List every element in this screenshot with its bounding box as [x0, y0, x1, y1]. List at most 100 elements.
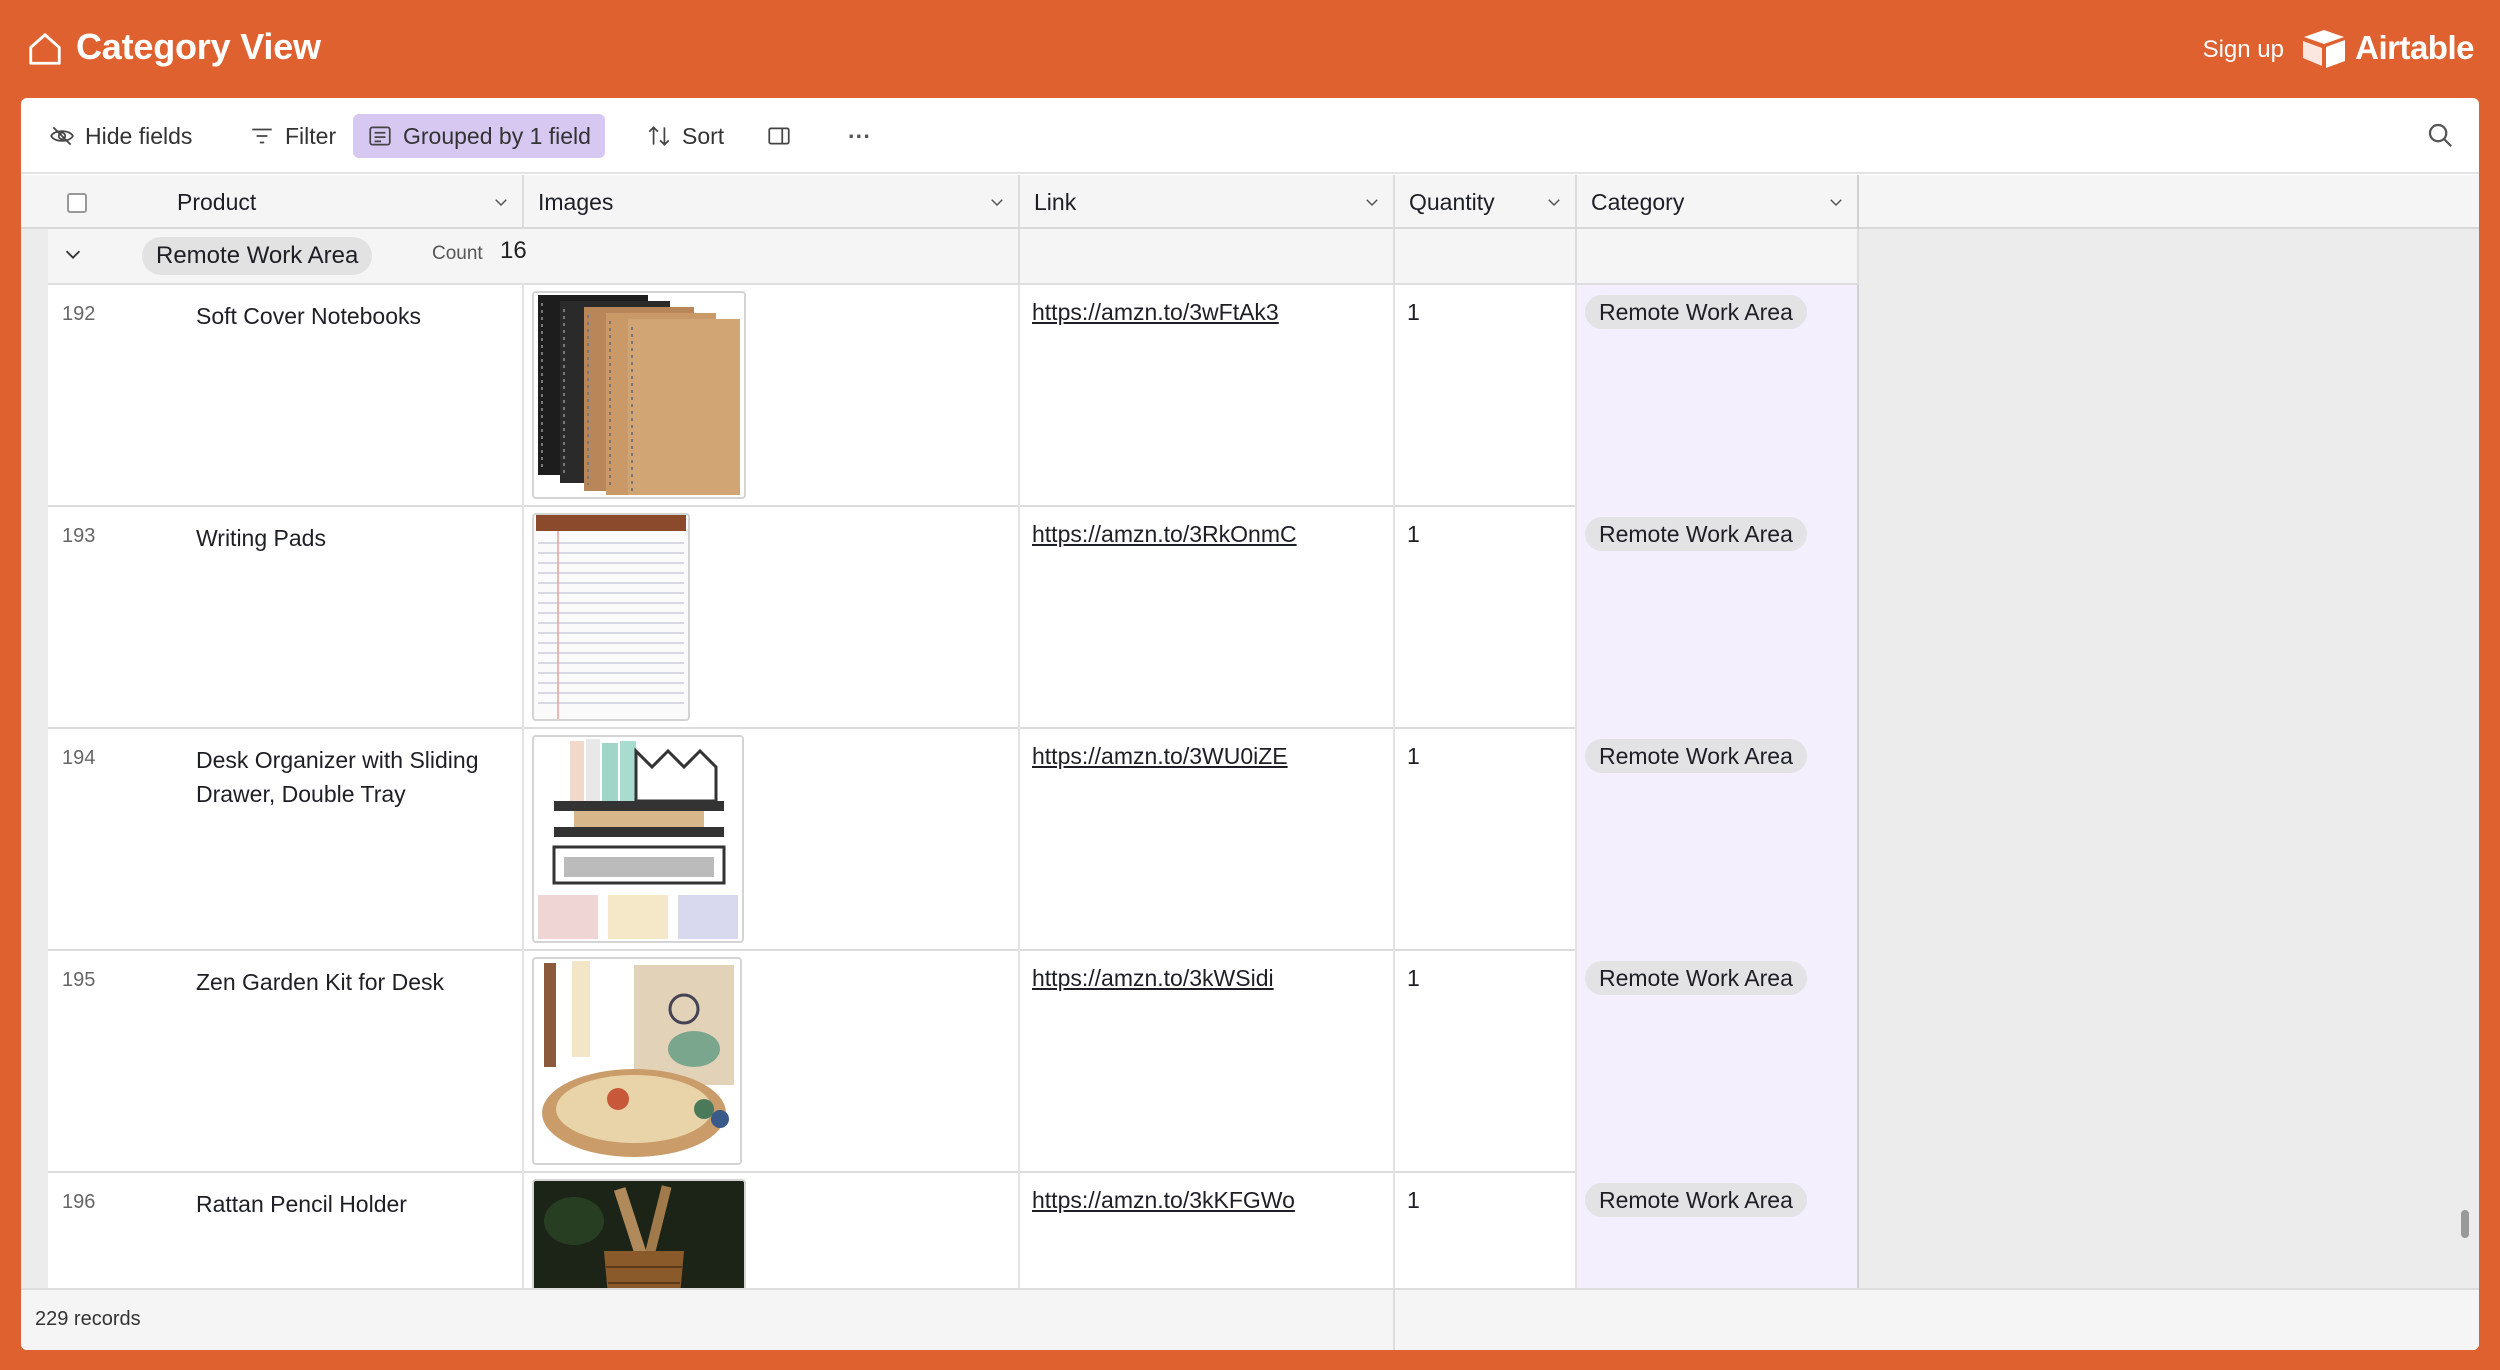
view-toolbar: Hide fields Filter Grouped by 1 field So…: [21, 98, 2479, 174]
category-badge: Remote Work Area: [1585, 295, 1807, 329]
page-title: Category View: [76, 26, 321, 67]
chevron-down-icon[interactable]: [1827, 193, 1845, 211]
product-link[interactable]: https://amzn.to/3RkOnmC: [1032, 521, 1297, 548]
filter-label: Filter: [285, 122, 337, 149]
select-all-checkbox[interactable]: [67, 193, 87, 213]
link-cell[interactable]: https://amzn.to/3kKFGWo: [1020, 1173, 1395, 1288]
group-count-label: Count: [432, 243, 483, 264]
link-cell[interactable]: https://amzn.to/3WU0iZE: [1020, 729, 1395, 951]
group-name-badge: Remote Work Area: [142, 237, 373, 275]
sign-up-link[interactable]: Sign up: [2203, 36, 2284, 64]
column-header-product[interactable]: Product: [21, 175, 524, 229]
hide-fields-label: Hide fields: [85, 122, 193, 149]
filter-icon: [252, 128, 272, 144]
images-cell[interactable]: [524, 729, 1020, 951]
product-cell[interactable]: 195 Zen Garden Kit for Desk: [48, 951, 524, 1173]
product-link[interactable]: https://amzn.to/3kKFGWo: [1032, 1187, 1295, 1214]
quantity-cell[interactable]: 1: [1395, 951, 1577, 1173]
quantity-value: 1: [1407, 743, 1420, 769]
column-header-images[interactable]: Images: [524, 175, 1020, 229]
column-header-row: Product Images Link Quantity Category: [21, 175, 2479, 229]
sort-label: Sort: [682, 122, 725, 149]
quantity-value: 1: [1407, 299, 1420, 325]
row-number: 192: [62, 303, 96, 325]
quantity-value: 1: [1407, 521, 1420, 547]
quantity-value: 1: [1407, 1187, 1420, 1213]
group-button[interactable]: Grouped by 1 field: [353, 114, 605, 158]
spiral-notebooks-image: [534, 293, 744, 497]
images-cell[interactable]: [524, 285, 1020, 507]
product-cell[interactable]: 192 Soft Cover Notebooks: [48, 285, 524, 507]
link-cell[interactable]: https://amzn.to/3RkOnmC: [1020, 507, 1395, 729]
table-row[interactable]: 192 Soft Cover Notebooks https://amzn.to…: [48, 285, 1859, 507]
category-badge: Remote Work Area: [1585, 1183, 1807, 1217]
search-icon[interactable]: [2425, 120, 2455, 150]
column-header-link[interactable]: Link: [1020, 175, 1395, 229]
home-icon[interactable]: [26, 30, 64, 68]
product-link[interactable]: https://amzn.to/3wFtAk3: [1032, 299, 1279, 326]
category-cell[interactable]: Remote Work Area: [1577, 1173, 1859, 1288]
product-name: Desk Organizer with Sliding Drawer, Doub…: [196, 747, 479, 807]
column-header-category[interactable]: Category: [1577, 175, 1859, 229]
product-cell[interactable]: 194 Desk Organizer with Sliding Drawer, …: [48, 729, 524, 951]
images-cell[interactable]: [524, 507, 1020, 729]
product-thumbnail[interactable]: [532, 513, 690, 721]
chevron-down-icon[interactable]: [1363, 193, 1381, 211]
group-label: Grouped by 1 field: [403, 122, 591, 149]
category-cell[interactable]: Remote Work Area: [1577, 285, 1859, 507]
group-header-row[interactable]: Remote Work Area Count 16: [48, 229, 1859, 285]
airtable-brand[interactable]: Airtable: [2301, 26, 2474, 70]
airtable-logo-icon: [2303, 30, 2346, 68]
group-count: 16: [500, 237, 527, 264]
hide-fields-button[interactable]: Hide fields: [35, 114, 206, 158]
link-cell[interactable]: https://amzn.to/3wFtAk3: [1020, 285, 1395, 507]
images-cell[interactable]: [524, 1173, 1020, 1288]
quantity-cell[interactable]: 1: [1395, 729, 1577, 951]
product-cell[interactable]: 193 Writing Pads: [48, 507, 524, 729]
product-thumbnail[interactable]: [532, 1179, 746, 1288]
grid-card: Hide fields Filter Grouped by 1 field So…: [21, 98, 2479, 1350]
row-height-button[interactable]: [752, 114, 806, 158]
category-cell[interactable]: Remote Work Area: [1577, 951, 1859, 1173]
column-label: Images: [538, 188, 614, 215]
vertical-scrollbar[interactable]: [2459, 1208, 2471, 1240]
product-thumbnail[interactable]: [532, 735, 744, 943]
product-thumbnail[interactable]: [532, 957, 742, 1165]
row-height-icon: [768, 127, 790, 145]
column-divider: [1857, 229, 1859, 285]
category-cell[interactable]: Remote Work Area: [1577, 729, 1859, 951]
product-cell[interactable]: 196 Rattan Pencil Holder: [48, 1173, 524, 1288]
chevron-down-icon[interactable]: [1545, 193, 1563, 211]
column-label: Product: [177, 188, 257, 215]
link-cell[interactable]: https://amzn.to/3kWSidi: [1020, 951, 1395, 1173]
chevron-down-icon[interactable]: [62, 243, 84, 265]
table-row[interactable]: 196 Rattan Pencil Holder https://amzn.to…: [48, 1173, 1859, 1288]
product-link[interactable]: https://amzn.to/3kWSidi: [1032, 965, 1274, 992]
quantity-cell[interactable]: 1: [1395, 285, 1577, 507]
footer-divider: [1393, 1290, 1395, 1350]
chevron-down-icon[interactable]: [492, 193, 510, 211]
group-list-icon: [369, 126, 391, 146]
row-number: 196: [62, 1191, 96, 1213]
more-options-button[interactable]: ···: [834, 114, 885, 158]
column-label: Category: [1591, 188, 1685, 215]
sort-icon: [648, 126, 670, 146]
product-thumbnail[interactable]: [532, 291, 746, 499]
chevron-down-icon[interactable]: [988, 193, 1006, 211]
table-row[interactable]: 194 Desk Organizer with Sliding Drawer, …: [48, 729, 1859, 951]
column-header-quantity[interactable]: Quantity: [1395, 175, 1577, 229]
column-divider: [1018, 229, 1020, 285]
category-cell[interactable]: Remote Work Area: [1577, 507, 1859, 729]
table-row[interactable]: 195 Zen Garden Kit for Desk https://amzn…: [48, 951, 1859, 1173]
quantity-cell[interactable]: 1: [1395, 507, 1577, 729]
sort-button[interactable]: Sort: [632, 114, 738, 158]
top-bar: Category View Sign up Airtable: [0, 0, 2500, 98]
product-link[interactable]: https://amzn.to/3WU0iZE: [1032, 743, 1288, 770]
column-label: Link: [1034, 188, 1077, 215]
record-count: 229 records: [35, 1308, 141, 1330]
pencil-holder-image: [534, 1181, 744, 1288]
table-row[interactable]: 193 Writing Pads https://amzn.to/3RkOnmC…: [48, 507, 1859, 729]
quantity-cell[interactable]: 1: [1395, 1173, 1577, 1288]
images-cell[interactable]: [524, 951, 1020, 1173]
filter-button[interactable]: Filter: [235, 114, 350, 158]
